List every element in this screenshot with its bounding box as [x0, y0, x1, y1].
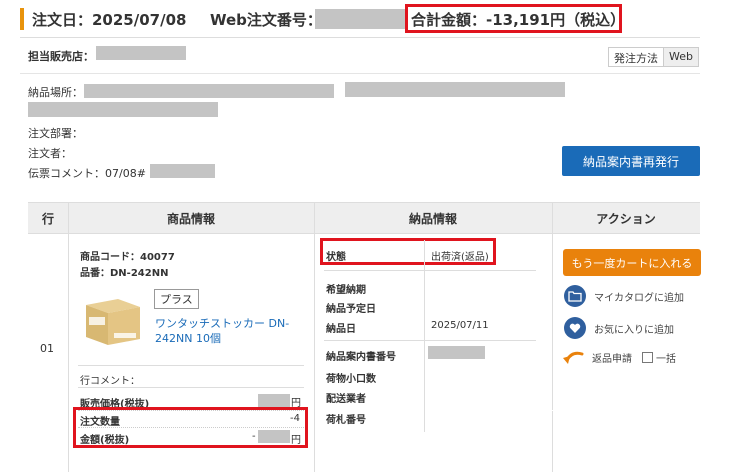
price-unit: 円: [291, 398, 301, 409]
total-amount: 合計金額：-13,191円（税込）: [411, 11, 626, 29]
col-divider: [314, 202, 315, 472]
product-divider: [78, 427, 304, 428]
product-part-number: 品番：DN-242NN: [80, 268, 169, 279]
delivered-date-label: 納品日: [326, 324, 356, 335]
product-code: 商品コード：40077: [80, 252, 175, 263]
amount-unit: 円: [291, 435, 301, 446]
return-arrow-icon: [563, 351, 584, 364]
maker-tag: プラス: [154, 289, 199, 309]
slip-comment: 伝票コメント：07/08#: [28, 167, 146, 180]
header-divider: [20, 37, 700, 38]
orderer-label: 注文者：: [28, 147, 72, 160]
col-divider: [68, 202, 69, 472]
add-to-catalog[interactable]: マイカタログに追加: [564, 285, 684, 307]
desired-date-label: 希望納期: [326, 285, 366, 296]
delivery-divider: [324, 340, 536, 341]
status-label: 状態: [326, 252, 346, 263]
info-divider: [20, 73, 700, 74]
order-method-value: Web: [664, 48, 698, 66]
product-name-link[interactable]: ワンタッチストッカー DN-242NN 10個: [155, 316, 305, 346]
parcels-label: 荷物小口数: [326, 374, 376, 385]
add-to-catalog-label: マイカタログに追加: [594, 292, 684, 304]
return-request[interactable]: 返品申請 一括: [562, 348, 676, 366]
redacted-amount: [258, 430, 290, 443]
col-header-delivery: 納品情報: [314, 202, 552, 234]
price-label: 販売価格(税抜): [80, 399, 150, 410]
redacted-price: [258, 394, 290, 407]
guide-number-label: 納品案内書番号: [326, 352, 396, 363]
tag-number-label: 荷札番号: [326, 415, 366, 426]
amount-label: 金額(税抜): [80, 435, 130, 446]
folder-icon: [564, 285, 586, 307]
spacer: [552, 410, 700, 411]
web-order-number-label: Web注文番号：: [210, 11, 322, 29]
delivery-col-divider: [424, 240, 425, 345]
planned-date-label: 納品予定日: [326, 304, 376, 315]
product-divider: [78, 365, 304, 366]
amount-prefix: -: [252, 431, 256, 442]
redacted-guide-number: [428, 346, 485, 359]
col-header-product: 商品情報: [68, 202, 314, 234]
add-to-favorites[interactable]: お気に入りに追加: [564, 317, 674, 339]
title-accent-bar: [20, 8, 24, 30]
product-divider: [78, 410, 304, 411]
redacted-place-1: [84, 84, 334, 98]
redacted-comment: [150, 164, 215, 178]
redacted-store: [96, 46, 186, 60]
order-method-key: 発注方法: [609, 48, 664, 66]
dept-label: 注文部署：: [28, 127, 83, 140]
delivery-divider: [324, 270, 536, 271]
col-header-action: アクション: [552, 202, 700, 234]
quantity-value: -4: [290, 413, 300, 424]
bulk-checkbox[interactable]: [642, 351, 653, 363]
store-label: 担当販売店：: [28, 50, 94, 63]
col-divider: [552, 202, 553, 472]
product-divider: [78, 387, 304, 388]
delivery-place-label: 納品場所：: [28, 86, 83, 99]
line-comment-label: 行コメント：: [80, 376, 140, 387]
reorder-button[interactable]: もう一度カートに入れる: [563, 249, 701, 276]
product-image: [86, 299, 140, 345]
row-number: 01: [40, 342, 54, 355]
carrier-label: 配送業者: [326, 394, 366, 405]
redacted-order-number: [315, 9, 407, 29]
order-date: 注文日：2025/07/08: [32, 11, 187, 29]
return-request-label: 返品申請: [592, 353, 632, 365]
quantity-label: 注文数量: [80, 417, 120, 428]
col-header-row: 行: [28, 202, 68, 234]
bulk-label: 一括: [656, 353, 676, 365]
order-method: 発注方法 Web: [608, 47, 699, 67]
heart-icon: [564, 317, 586, 339]
add-to-favorites-label: お気に入りに追加: [594, 324, 674, 336]
delivered-date-value: 2025/07/11: [431, 320, 489, 331]
status-value: 出荷済(返品): [431, 252, 489, 263]
redacted-place-2: [345, 82, 565, 97]
redacted-place-3: [28, 102, 218, 117]
delivery-col-divider: [424, 342, 425, 432]
reissue-delivery-guide-button[interactable]: 納品案内書再発行: [562, 146, 700, 176]
